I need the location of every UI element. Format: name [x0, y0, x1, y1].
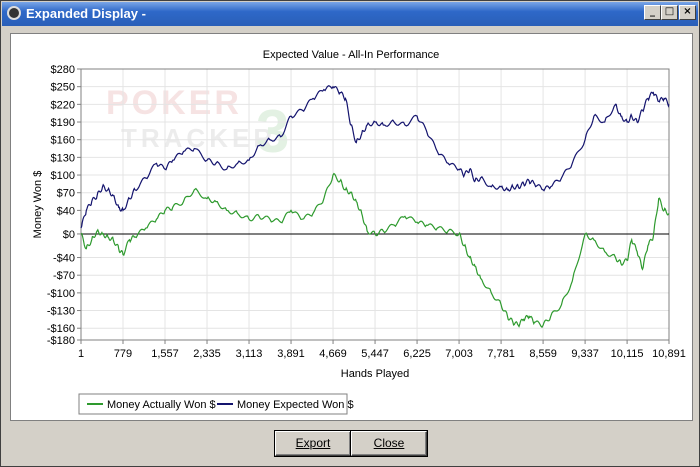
window-title: Expanded Display - [26, 6, 146, 21]
x-tick-label: 9,337 [571, 348, 599, 360]
maximize-button[interactable]: □ [661, 5, 678, 20]
x-tick-label: 8,559 [529, 348, 557, 360]
ev-chart: POKER TRACKER 3 Expected Value - All-In … [32, 49, 686, 415]
y-tick-label: $220 [51, 99, 75, 111]
y-tick-label: -$160 [47, 323, 75, 335]
expanded-display-window: Expanded Display - _ □ × POKER TRACKER 3… [0, 0, 700, 467]
x-tick-label: 3,113 [236, 348, 263, 360]
y-axis-ticks: $280 $250 $220 $190 $160 $130 $100 $70 $40 $0 -$40… [47, 64, 81, 347]
y-tick-label: -$100 [47, 288, 75, 300]
y-tick-label: $250 [51, 82, 75, 94]
poker-chip-icon [7, 6, 21, 20]
x-tick-label: 4,669 [319, 348, 347, 360]
x-tick-label: 1,557 [151, 348, 179, 360]
minimize-button[interactable]: _ [644, 5, 661, 20]
y-tick-label: -$40 [53, 253, 75, 265]
x-axis-ticks: 1 779 1,557 2,335 3,113 3,891 4,669 5,447 6,225 7… [78, 340, 686, 360]
close-button[interactable]: Close [351, 431, 427, 456]
y-tick-label: $70 [57, 188, 75, 200]
y-axis-label: Money Won $ [32, 171, 44, 239]
y-tick-label: $280 [51, 64, 75, 76]
chart-panel: POKER TRACKER 3 Expected Value - All-In … [10, 33, 693, 421]
x-tick-label: 7,003 [445, 348, 473, 360]
x-tick-label: 10,891 [652, 348, 686, 360]
legend-label-expected: Money Expected Won $ [237, 399, 354, 411]
x-tick-label: 2,335 [193, 348, 221, 360]
title-bar[interactable]: Expanded Display - _ □ × [2, 2, 698, 26]
x-tick-label: 1 [78, 348, 84, 360]
close-window-button[interactable]: × [679, 5, 696, 20]
watermark: POKER TRACKER 3 [106, 84, 289, 165]
y-tick-label: $190 [51, 117, 75, 129]
x-tick-label: 10,115 [611, 348, 644, 360]
watermark-tracker: TRACKER [121, 123, 276, 153]
y-tick-label: $40 [57, 205, 75, 217]
x-tick-label: 7,781 [487, 348, 515, 360]
x-tick-label: 6,225 [403, 348, 431, 360]
y-tick-label: $130 [51, 152, 75, 164]
x-tick-label: 3,891 [277, 348, 305, 360]
y-tick-label: -$180 [47, 335, 75, 347]
chart-title: Expected Value - All-In Performance [263, 49, 440, 61]
x-tick-label: 779 [114, 348, 132, 360]
watermark-poker: POKER [106, 84, 242, 122]
legend-label-actual: Money Actually Won $ [107, 399, 216, 411]
export-button[interactable]: Export [275, 431, 351, 456]
y-tick-label: -$70 [53, 270, 75, 282]
legend: Money Actually Won $ Money Expected Won … [78, 393, 354, 415]
x-axis-label: Hands Played [341, 368, 410, 380]
x-tick-label: 5,447 [361, 348, 389, 360]
y-tick-label: $0 [63, 229, 75, 241]
y-tick-label: -$130 [47, 306, 75, 318]
y-tick-label: $160 [51, 135, 75, 147]
y-tick-label: $100 [51, 170, 75, 182]
